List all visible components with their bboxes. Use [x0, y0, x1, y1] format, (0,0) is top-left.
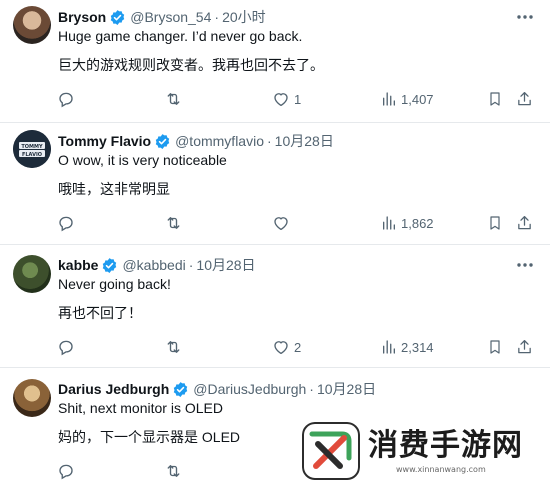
- repost-icon: [167, 341, 180, 353]
- view-count: 1,407: [401, 91, 434, 107]
- tweet-translation: 哦哇，这非常明显: [58, 181, 170, 197]
- reply-button[interactable]: [57, 337, 75, 357]
- timestamp[interactable]: 10月28日: [196, 255, 255, 275]
- svg-text:FLAVIO: FLAVIO: [22, 152, 42, 158]
- tweet-text: Never going back!: [58, 276, 171, 292]
- view-count: 2,314: [401, 339, 434, 355]
- more-options-icon[interactable]: [516, 8, 534, 26]
- reply-button[interactable]: [57, 213, 75, 233]
- heart-icon: [274, 341, 288, 355]
- bookmark-button[interactable]: [487, 89, 503, 109]
- tweet-translation: 再也不回了！: [58, 305, 142, 321]
- analytics-icon: [383, 216, 395, 230]
- tweet-translation: 巨大的游戏规则改变者。我再也回不去了。: [58, 57, 324, 73]
- separator-dot: ·: [214, 9, 220, 25]
- share-icon: [518, 339, 531, 354]
- bookmark-icon: [490, 92, 500, 106]
- tweet-text: O wow, it is very noticeable: [58, 152, 227, 168]
- more-options-icon[interactable]: [516, 256, 534, 274]
- timestamp[interactable]: 10月28日: [275, 131, 334, 151]
- tweet-actions: 2 2,314: [0, 337, 550, 357]
- verified-badge-icon: [154, 133, 171, 150]
- separator-dot: ·: [188, 257, 194, 273]
- author-name[interactable]: Bryson: [58, 9, 106, 25]
- separator-dot: ·: [309, 381, 314, 397]
- separator-dot: ·: [267, 133, 272, 149]
- author-handle[interactable]: @Bryson_54: [130, 9, 211, 25]
- share-button[interactable]: [516, 213, 533, 233]
- watermark-url: www.xinnanwang.com: [396, 464, 486, 474]
- tweet-actions: 1 1,407: [0, 89, 550, 109]
- timestamp[interactable]: 20小时: [222, 7, 266, 27]
- repost-button[interactable]: [164, 213, 183, 233]
- repost-icon: [167, 217, 180, 229]
- like-count: 2: [294, 339, 302, 355]
- avatar[interactable]: TOMMY FLAVIO: [13, 130, 51, 168]
- analytics-icon: [383, 340, 395, 354]
- like-count: 1: [294, 91, 302, 107]
- tweet[interactable]: TOMMY FLAVIO Tommy Flavio @tommyflavio ·…: [0, 123, 550, 244]
- like-button[interactable]: 1: [272, 89, 301, 109]
- verified-badge-icon: [101, 257, 118, 274]
- verified-badge-icon: [172, 381, 189, 398]
- share-button[interactable]: [516, 337, 533, 357]
- view-count: 1,862: [401, 215, 434, 231]
- like-button[interactable]: [272, 213, 290, 233]
- author-handle[interactable]: @DariusJedburgh: [193, 381, 306, 397]
- avatar[interactable]: [13, 255, 51, 293]
- bookmark-button[interactable]: [487, 213, 503, 233]
- tweet-text: Huge game changer. I’d never go back.: [58, 28, 303, 44]
- author-handle[interactable]: @tommyflavio: [175, 133, 264, 149]
- repost-icon: [167, 465, 180, 477]
- author-name[interactable]: kabbe: [58, 257, 98, 273]
- tweet-feed: Bryson @Bryson_54 · 20小时 Huge game chang…: [0, 0, 550, 484]
- tweet-actions: 1,862: [0, 213, 550, 233]
- reply-icon: [59, 92, 73, 108]
- reply-icon: [59, 340, 73, 356]
- verified-badge-icon: [109, 9, 126, 26]
- watermark-logo: [302, 422, 360, 480]
- author-name[interactable]: Darius Jedburgh: [58, 381, 169, 397]
- repost-button[interactable]: [164, 461, 183, 481]
- bookmark-icon: [490, 340, 500, 354]
- share-icon: [518, 215, 531, 230]
- heart-icon: [274, 217, 288, 231]
- repost-button[interactable]: [164, 337, 183, 357]
- views-button[interactable]: 1,407: [381, 89, 434, 109]
- like-button[interactable]: 2: [272, 337, 301, 357]
- watermark: 消费手游网 www.xinnanwang.com: [296, 418, 550, 484]
- tweet[interactable]: kabbe @kabbedi · 10月28日 Never going back…: [0, 245, 550, 367]
- views-button[interactable]: 1,862: [381, 213, 434, 233]
- author-handle[interactable]: @kabbedi: [122, 257, 185, 273]
- watermark-title: 消费手游网: [368, 427, 523, 463]
- author-name[interactable]: Tommy Flavio: [58, 133, 151, 149]
- timestamp[interactable]: 10月28日: [317, 379, 376, 399]
- reply-button[interactable]: [57, 461, 75, 481]
- avatar[interactable]: [13, 6, 51, 44]
- reply-icon: [59, 464, 73, 480]
- repost-button[interactable]: [164, 89, 183, 109]
- analytics-icon: [383, 92, 395, 106]
- reply-button[interactable]: [57, 89, 75, 109]
- tweet-translation: 妈的，下一个显示器是 OLED: [58, 429, 241, 445]
- bookmark-button[interactable]: [487, 337, 503, 357]
- svg-text:TOMMY: TOMMY: [21, 144, 43, 150]
- tweet[interactable]: Bryson @Bryson_54 · 20小时 Huge game chang…: [0, 0, 550, 122]
- share-icon: [518, 91, 531, 106]
- heart-icon: [274, 93, 288, 107]
- tweet-text: Shit, next monitor is OLED: [58, 400, 223, 416]
- views-button[interactable]: 2,314: [381, 337, 434, 357]
- reply-icon: [59, 216, 73, 232]
- repost-icon: [167, 93, 180, 105]
- share-button[interactable]: [516, 89, 533, 109]
- avatar[interactable]: [13, 379, 51, 417]
- bookmark-icon: [490, 216, 500, 230]
